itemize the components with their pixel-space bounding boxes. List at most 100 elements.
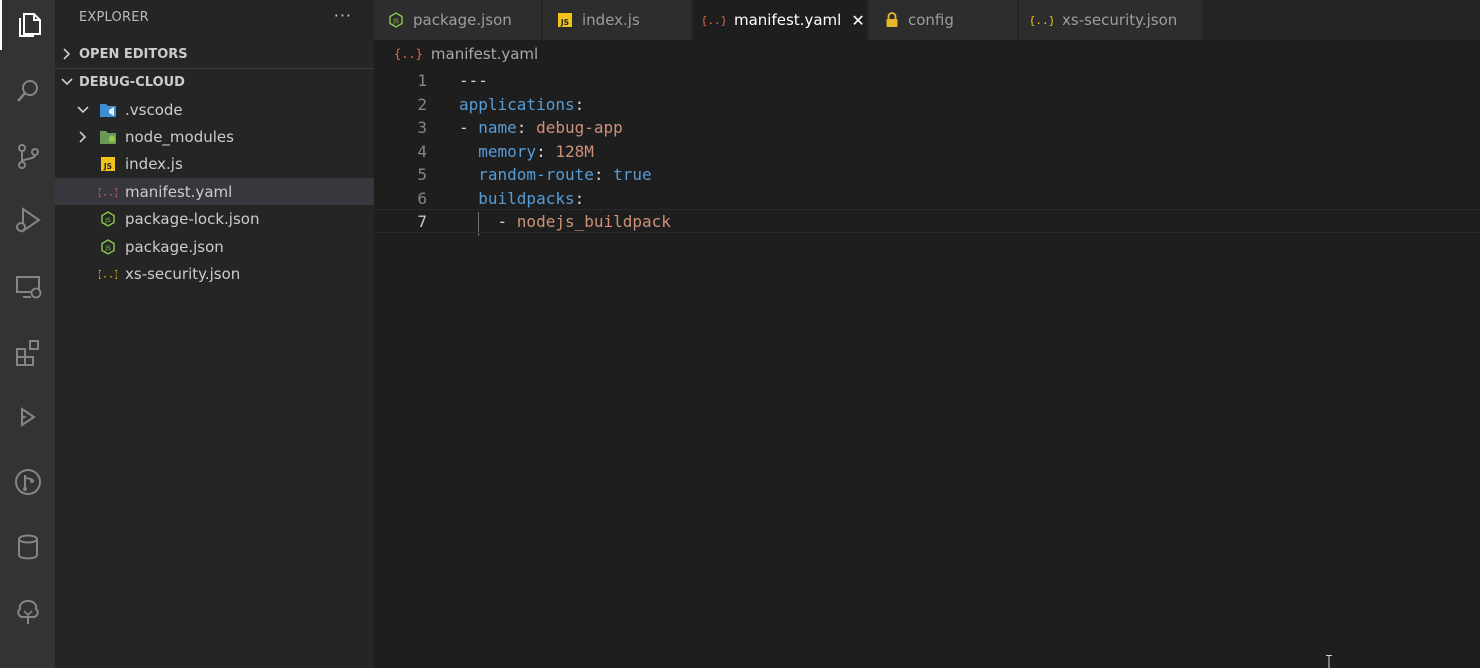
line-number: 7 [417,211,427,231]
tree-item-index-js[interactable]: JS index.js [55,150,374,177]
code-token: nodejs_buildpack [516,211,671,231]
more-actions-button[interactable]: ··· [334,6,352,25]
tree-item-manifest-yaml[interactable]: {..} manifest.yaml [55,178,374,205]
run-debug-icon [15,207,41,233]
source-control-button[interactable] [0,131,55,181]
code-line[interactable]: 7 - nodejs_buildpack [374,209,1480,233]
open-editors-section[interactable]: OPEN EDITORS [55,41,374,67]
explorer-button[interactable] [0,0,55,50]
nodejs-icon: JS [99,238,117,256]
js-icon: JS [99,155,117,173]
code-editor[interactable]: 1 --- 2 applications: 3- name: debug-app 4 me… [374,68,1480,668]
code-text: memory: 128M [459,142,594,161]
code-text: - nodejs_buildpack [459,212,671,231]
code-token: buildpacks [478,188,575,208]
code-token: 128M [555,141,594,161]
svg-text:JS: JS [103,162,112,171]
git-graph-button[interactable] [0,457,55,507]
mouse-cursor-icon [1326,654,1332,668]
code-token: random-route [478,164,594,184]
code-token: --- [459,70,488,90]
tab-index-js[interactable]: JS index.js [543,0,692,40]
tree-item-package-lock-json[interactable]: JS package-lock.json [55,205,374,232]
svg-text:JS: JS [104,217,111,224]
code-token: : [536,141,556,161]
tree-item-label: package.json [125,237,224,256]
explorer-title: EXPLORER [79,10,149,25]
nodejs-icon: JS [99,210,117,228]
js-icon: JS [557,12,573,28]
tree-item-vscode[interactable]: .vscode [55,96,374,123]
code-token: name [478,117,517,137]
extensions-icon [15,340,39,366]
code-token: : [516,117,537,137]
lock-icon [885,12,899,28]
breadcrumb-file[interactable]: manifest.yaml [431,45,538,63]
tree-item-xs-security-json[interactable]: {..} xs-security.json [55,260,374,287]
tab-xs-security-json[interactable]: {..} xs-security.json [1019,0,1203,40]
code-token: - [459,211,517,231]
open-editors-label: OPEN EDITORS [79,46,188,62]
code-line[interactable]: 6 buildpacks: [374,186,1480,210]
folder-node-icon [99,128,117,146]
tree-button[interactable] [0,587,55,637]
tree-icon [16,599,39,624]
line-number: 6 [417,188,427,208]
remote-explorer-button[interactable] [0,262,55,312]
folder-label: DEBUG-CLOUD [79,74,185,90]
code-token: - [459,117,479,137]
tree-item-node-modules[interactable]: node_modules [55,123,374,150]
search-button[interactable] [0,66,55,116]
code-token: : [574,188,585,208]
json-icon: {..} [99,265,117,283]
svg-text:{..}: {..} [99,187,117,198]
tab-manifest-yaml[interactable]: {..} manifest.yaml ✕ [693,0,868,40]
debug-cloud-section[interactable]: DEBUG-CLOUD [55,69,374,95]
explorer-sidebar: EXPLORER ··· OPEN EDITORS DEBUG-CLOUD .v… [55,0,374,668]
code-line[interactable]: 5 random-route: true [374,162,1480,186]
code-line[interactable]: 1 --- [374,68,1480,92]
code-text: random-route: true [459,164,652,184]
tab-label: manifest.yaml [734,11,842,29]
database-icon [17,534,38,560]
code-token: true [613,164,652,184]
line-number: 3 [417,117,427,137]
tree-item-label: .vscode [125,100,183,119]
json-icon: {..} [1031,12,1053,28]
code-line[interactable]: 3 - name: debug-app [374,115,1480,139]
yaml-icon: {..} [99,183,117,201]
activity-bar [0,0,55,668]
code-token: debug-app [536,117,623,137]
tree-item-label: index.js [125,154,183,173]
extensions-button[interactable] [0,327,55,377]
files-icon [18,13,41,37]
close-icon[interactable]: ✕ [851,11,864,30]
code-token: : [574,94,585,114]
svg-text:JS: JS [560,18,569,27]
line-number: 5 [417,164,427,184]
tree-item-package-json[interactable]: JS package.json [55,233,374,260]
svg-text:{..}: {..} [703,14,725,27]
database-button[interactable] [0,522,55,572]
code-line[interactable]: 4 memory: 128M [374,139,1480,163]
code-text: buildpacks: [459,189,584,208]
remote-explorer-icon [15,276,41,299]
code-line[interactable]: 2 applications: [374,92,1480,116]
tab-package-json[interactable]: JS package.json [374,0,542,40]
run-debug-button[interactable] [0,195,55,245]
yaml-icon: {..} [703,12,725,28]
chevron-down-icon [55,77,79,87]
svg-text:{..}: {..} [99,269,117,280]
code-text: --- [459,71,488,90]
tab-config[interactable]: config [869,0,1018,40]
tab-label: package.json [413,11,512,29]
folder-vscode-icon [99,101,117,119]
deploy-button[interactable] [0,392,55,442]
line-number: 4 [417,141,427,161]
editor-tab-bar: JS package.json JS index.js {..} manifes… [374,0,1480,40]
tab-label: index.js [582,11,640,29]
breadcrumb[interactable]: {..} manifest.yaml [374,40,1480,68]
